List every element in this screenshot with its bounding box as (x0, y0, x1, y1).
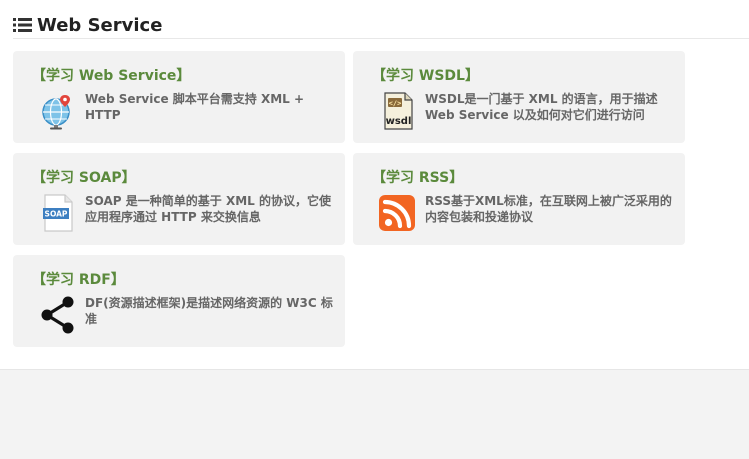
rss-icon (379, 195, 415, 231)
card-description: Web Service 脚本平台需支持 XML + HTTP (85, 92, 305, 122)
card-rss[interactable]: 【学习 RSS】 RSS基于XML标准，在互联网上被广泛采用的内容包装和投递协议 (353, 153, 685, 245)
card-description: DF(资源描述框架)是描述网络资源的 W3C 标准 (85, 296, 333, 326)
card-description: SOAP 是一种简单的基于 XML 的协议，它使应用程序通过 HTTP 来交换信… (85, 194, 331, 224)
list-icon (13, 18, 32, 32)
card-wsdl[interactable]: 【学习 WSDL】 </> wsdl WSDL是一门基于 XML 的语言，用于描… (353, 51, 685, 143)
card-title[interactable]: 【学习 SOAP】 (32, 167, 136, 187)
soap-file-icon: SOAP (43, 194, 73, 232)
card-title[interactable]: 【学习 RDF】 (32, 269, 125, 289)
wsdl-file-icon: </> wsdl (384, 92, 413, 130)
card-soap[interactable]: 【学习 SOAP】 SOAP SOAP 是一种简单的基于 XML 的协议，它使应… (13, 153, 345, 245)
svg-text:</>: </> (389, 100, 402, 108)
card-description: WSDL是一门基于 XML 的语言，用于描述 Web Service 以及如何对… (425, 92, 658, 122)
footer-band (0, 369, 749, 459)
share-icon (41, 296, 74, 334)
card-rdf[interactable]: 【学习 RDF】 DF(资源描述框架)是描述网络资源的 W3C 标准 (13, 255, 345, 347)
card-title[interactable]: 【学习 RSS】 (372, 167, 463, 187)
card-title[interactable]: 【学习 Web Service】 (32, 65, 190, 85)
card-web-service[interactable]: 【学习 Web Service】 Web Service 脚本平台需支持 XML… (13, 51, 345, 143)
section-title: Web Service (37, 15, 163, 36)
svg-text:wsdl: wsdl (386, 116, 412, 127)
card-title[interactable]: 【学习 WSDL】 (372, 65, 479, 85)
card-description: RSS基于XML标准，在互联网上被广泛采用的内容包装和投递协议 (425, 194, 672, 224)
globe-pin-icon (42, 95, 70, 130)
section-header: Web Service (13, 14, 749, 39)
svg-text:SOAP: SOAP (45, 210, 68, 219)
